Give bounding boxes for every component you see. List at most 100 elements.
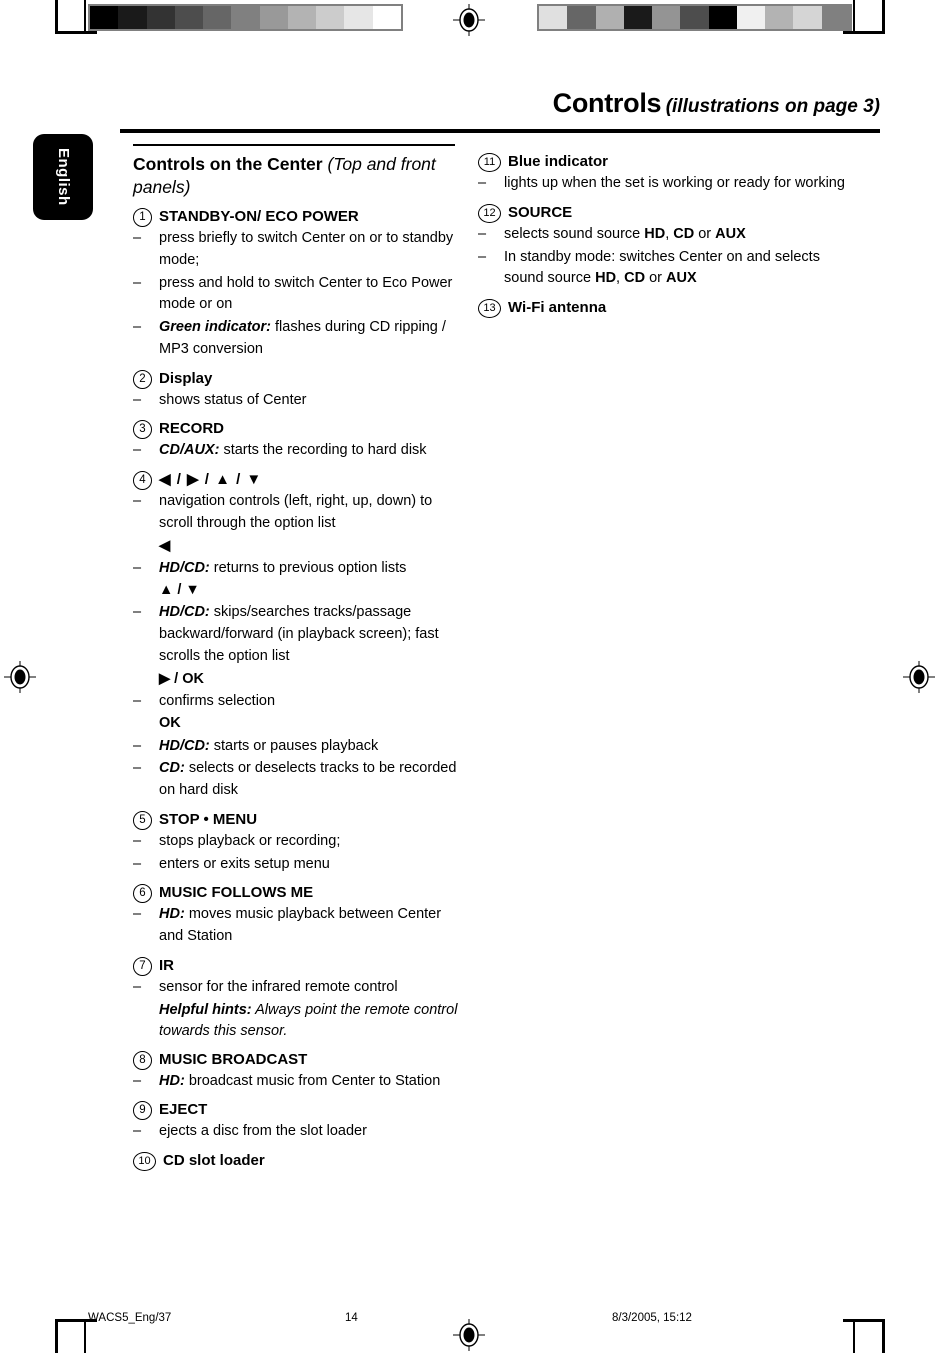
bullet-lead-term: HD/CD: xyxy=(159,559,210,576)
bullet-text: ejects a disc from the slot loader xyxy=(159,1123,367,1140)
bullet-text: sensor for the infrared remote control xyxy=(159,978,398,995)
control-entry-title: STOP • MENU xyxy=(159,810,258,828)
control-bullet: – shows status of Center xyxy=(133,390,463,412)
language-tab: English xyxy=(33,134,93,220)
grayscale-calibration-bar-right xyxy=(537,4,852,31)
calibration-swatch xyxy=(146,6,175,29)
control-entry: 12 SOURCE – selects sound source HD, CD or … xyxy=(478,203,858,290)
calibration-swatch xyxy=(287,6,317,29)
section-rule xyxy=(133,144,455,146)
left-entry-list: 1 STANDBY-ON/ ECO POWER – press briefly to … xyxy=(133,207,463,1172)
right-column: 11 Blue indicator – lights up when the set… xyxy=(478,144,858,318)
footer-filename: WACS5_Eng/37 xyxy=(88,1312,172,1324)
bullet-dash: – xyxy=(133,274,142,291)
control-entry-title: IR xyxy=(159,956,174,974)
control-glyph-row: OK xyxy=(159,715,181,732)
calibration-swatch xyxy=(595,6,624,29)
bullet-lead-term: HD: xyxy=(159,1072,185,1089)
calibration-swatch xyxy=(316,6,345,29)
footer-page-number: 14 xyxy=(345,1312,358,1324)
control-entry-title: Blue indicator xyxy=(508,153,609,170)
bullet-dash: – xyxy=(133,737,142,754)
crop-mark-bottom-left-inner xyxy=(84,1319,86,1353)
crop-mark-bottom-right-v xyxy=(882,1319,885,1353)
control-entry-header: 4 ◀ / ▶ / ▲ / ▼ xyxy=(133,470,463,491)
calibration-swatch xyxy=(372,6,401,29)
bullet-dash: – xyxy=(133,1123,142,1140)
control-entry-header: 8 MUSIC BROADCAST xyxy=(133,1050,463,1070)
bullet-text: selects sound source HD, CD or AUX xyxy=(504,225,746,242)
crop-mark-top-left-inner xyxy=(84,0,86,34)
document-page: Controls (illustrations on page 3) Engli… xyxy=(0,0,939,1353)
control-entry-title: Wi-Fi antenna xyxy=(508,299,607,316)
bullet-text: navigation controls (left, right, up, do… xyxy=(159,493,433,531)
bullet-text: CD: selects or deselects tracks to be re… xyxy=(159,760,457,798)
control-entry-header: 13 Wi-Fi antenna xyxy=(478,298,858,318)
bullet-dash: – xyxy=(133,493,142,510)
control-entry-header: 10 CD slot loader xyxy=(133,1151,463,1172)
bullet-lead-term: CD: xyxy=(159,760,185,777)
control-entry-title: MUSIC BROADCAST xyxy=(159,1050,308,1068)
bullet-text: HD/CD: starts or pauses playback xyxy=(159,737,379,754)
inline-bold-term: AUX xyxy=(666,270,697,287)
calibration-swatch xyxy=(736,6,766,29)
calibration-swatch xyxy=(231,6,260,29)
bullet-dash: – xyxy=(133,559,142,576)
bullet-dash: – xyxy=(133,760,142,777)
registration-mark-bottom xyxy=(453,1319,485,1351)
crop-mark-bottom-right-h xyxy=(843,1319,885,1322)
control-entry: 1 STANDBY-ON/ ECO POWER – press briefly to … xyxy=(133,207,463,361)
control-entry-title: MUSIC FOLLOWS ME xyxy=(159,884,314,902)
calibration-swatch xyxy=(793,6,822,29)
calibration-swatch xyxy=(623,6,653,29)
bullet-text: CD/AUX: starts the recording to hard dis… xyxy=(159,442,427,459)
calibration-swatch xyxy=(539,6,568,29)
control-entry-title: STANDBY-ON/ ECO POWER xyxy=(159,208,359,226)
control-number-badge: 5 xyxy=(133,810,152,830)
inline-bold-term: AUX xyxy=(715,225,746,242)
bullet-text: lights up when the set is working or rea… xyxy=(504,175,845,191)
bullet-text: press briefly to switch Center on or to … xyxy=(159,230,454,268)
control-bullet: – press briefly to switch Center on or to… xyxy=(133,228,463,272)
control-entry: 8 MUSIC BROADCAST – HD: broadcast music fro… xyxy=(133,1050,463,1093)
registration-mark-right xyxy=(903,661,935,693)
crop-mark-top-left-v xyxy=(55,0,58,34)
section-heading: Controls on the Center (Top and front pa… xyxy=(133,153,463,199)
section-heading-bold: Controls on the Center xyxy=(133,154,328,174)
calibration-swatch xyxy=(821,6,850,29)
bullet-text: In standby mode: switches Center on and … xyxy=(504,248,820,287)
control-entry: 4 ◀ / ▶ / ▲ / ▼ – navigation controls (left… xyxy=(133,470,463,802)
bullet-dash: – xyxy=(133,906,142,923)
control-entry-header: 3 RECORD xyxy=(133,419,463,440)
grayscale-calibration-bar-left xyxy=(88,4,403,31)
control-entry-header: 7 IR xyxy=(133,956,463,976)
language-tab-label: English xyxy=(55,148,72,206)
control-glyph-row: ▲ / ▼ xyxy=(159,582,200,599)
control-bullet: – confirms selection xyxy=(133,691,463,713)
bullet-text: enters or exits setup menu xyxy=(159,855,330,872)
control-entry: 11 Blue indicator – lights up when the set… xyxy=(478,152,858,195)
bullet-dash: – xyxy=(133,442,142,459)
bullet-text: Green indicator: flashes during CD rippi… xyxy=(159,319,446,357)
control-number-badge: 2 xyxy=(133,369,152,389)
bullet-dash: – xyxy=(133,692,142,709)
calibration-swatch xyxy=(680,6,709,29)
inline-bold-term: HD xyxy=(644,225,666,242)
control-entry: 5 STOP • MENU – stops playback or recordin… xyxy=(133,810,463,876)
helpful-hint-label: Helpful hints: xyxy=(159,1001,252,1018)
bullet-text: shows status of Center xyxy=(159,391,307,408)
calibration-swatch xyxy=(765,6,794,29)
header-rule xyxy=(120,129,880,133)
control-bullet: – HD: moves music playback between Center… xyxy=(133,904,463,948)
control-bullet: – press and hold to switch Center to Eco … xyxy=(133,273,463,317)
bullet-lead-term: HD/CD: xyxy=(159,737,210,754)
bullet-dash: – xyxy=(133,832,142,849)
control-number-badge: 7 xyxy=(133,956,152,976)
bullet-dash: – xyxy=(133,978,142,995)
bullet-text: stops playback or recording; xyxy=(159,832,341,849)
bullet-lead-term: Green indicator: xyxy=(159,319,271,336)
inline-bold-term: CD xyxy=(673,225,695,242)
control-entry-title: EJECT xyxy=(159,1101,208,1119)
bullet-text: press and hold to switch Center to Eco P… xyxy=(159,274,453,313)
calibration-swatch xyxy=(174,6,204,29)
